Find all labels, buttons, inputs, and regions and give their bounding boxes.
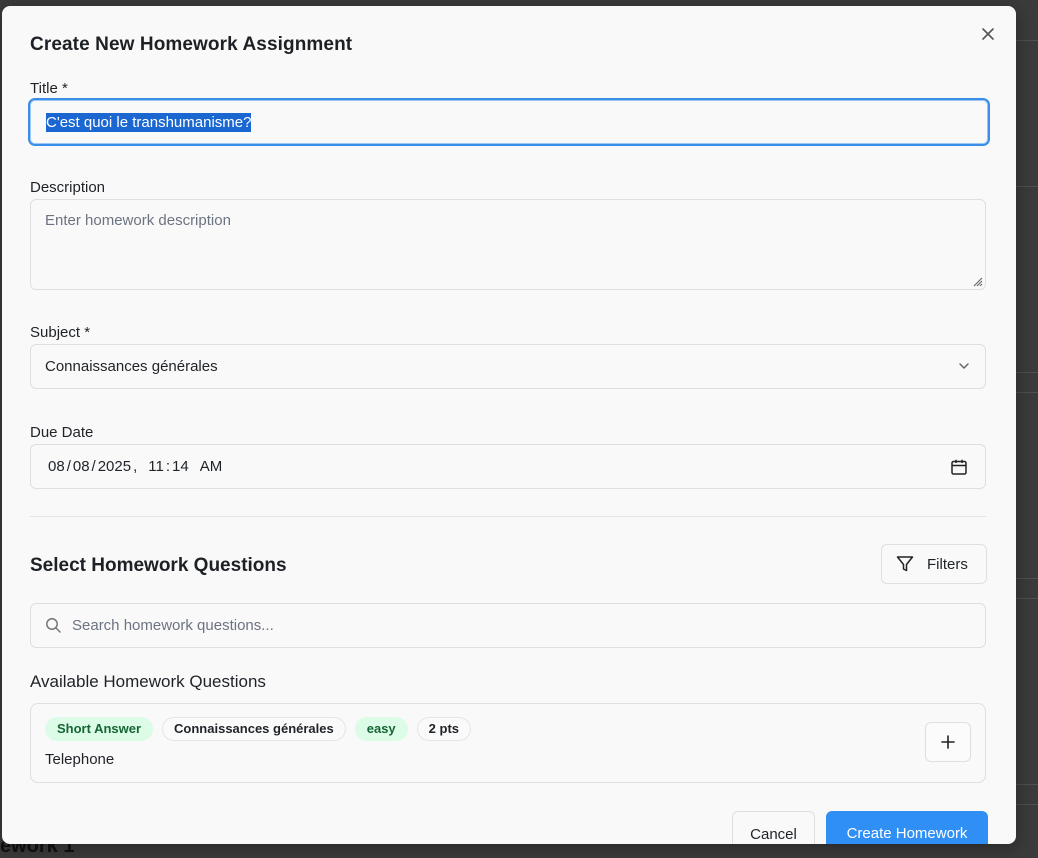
due-date-day[interactable]: 08 — [73, 458, 90, 475]
subject-select-value: Connaissances générales — [45, 358, 218, 375]
date-time-separator: , — [133, 458, 138, 475]
backdrop-divider — [1016, 598, 1038, 599]
due-date-hour[interactable]: 11 — [148, 458, 164, 475]
cancel-button[interactable]: Cancel — [732, 811, 815, 844]
description-label: Description — [30, 179, 106, 196]
create-homework-dialog: Create New Homework Assignment Title * C… — [2, 6, 1016, 844]
date-separator: / — [66, 458, 71, 475]
description-textarea[interactable]: Enter homework description — [30, 199, 986, 290]
backdrop-divider — [1016, 40, 1038, 41]
due-date-minute[interactable]: 14 — [172, 458, 189, 475]
dialog-title: Create New Homework Assignment — [30, 34, 353, 55]
due-date-label: Due Date — [30, 424, 94, 441]
backdrop-divider — [1016, 392, 1038, 393]
description-placeholder: Enter homework description — [45, 212, 231, 229]
question-card[interactable]: Short Answer Connaissances générales eas… — [30, 703, 986, 783]
question-difficulty-badge: easy — [354, 717, 408, 741]
title-input-value: C'est quoi le transhumanisme? — [46, 112, 252, 132]
backdrop-divider — [1016, 186, 1038, 187]
section-divider — [30, 516, 986, 517]
due-date-input[interactable]: 08 / 08 / 2025 , 11 : 14 AM — [30, 444, 986, 489]
title-label: Title * — [30, 80, 68, 97]
cancel-button-label: Cancel — [750, 826, 797, 843]
backdrop-divider — [1016, 372, 1038, 373]
search-placeholder: Search homework questions... — [72, 617, 274, 634]
question-points-badge: 2 pts — [416, 717, 471, 741]
search-icon — [46, 618, 61, 633]
chevron-down-icon — [959, 363, 969, 369]
calendar-icon[interactable] — [950, 458, 968, 476]
question-text: Telephone — [45, 751, 115, 768]
create-homework-button-label: Create Homework — [846, 825, 968, 842]
filters-button[interactable]: Filters — [881, 544, 987, 584]
close-button[interactable] — [978, 24, 998, 44]
question-badges: Short Answer Connaissances générales eas… — [45, 717, 471, 741]
due-date-month[interactable]: 08 — [48, 458, 65, 475]
add-question-button[interactable] — [925, 722, 971, 762]
filter-icon — [896, 556, 914, 572]
plus-icon — [941, 735, 955, 749]
close-icon — [982, 28, 994, 40]
question-search-input[interactable]: Search homework questions... — [30, 603, 986, 648]
subject-label: Subject * — [30, 324, 91, 341]
date-separator: / — [91, 458, 96, 475]
questions-section-title: Select Homework Questions — [30, 555, 287, 576]
due-date-year[interactable]: 2025 — [98, 458, 131, 475]
resize-grip-icon[interactable] — [971, 275, 983, 287]
backdrop-divider — [1016, 784, 1038, 785]
time-separator: : — [165, 458, 171, 475]
question-subject-badge: Connaissances générales — [162, 717, 346, 741]
filters-button-label: Filters — [927, 555, 968, 573]
due-date-ampm[interactable]: AM — [200, 458, 223, 475]
backdrop-divider — [1016, 804, 1038, 805]
available-questions-label: Available Homework Questions — [30, 672, 266, 691]
title-input[interactable]: C'est quoi le transhumanisme? — [28, 98, 990, 146]
create-homework-button[interactable]: Create Homework — [826, 811, 988, 844]
question-type-badge: Short Answer — [45, 717, 154, 741]
backdrop-divider — [1016, 578, 1038, 579]
subject-select[interactable]: Connaissances générales — [30, 344, 986, 389]
